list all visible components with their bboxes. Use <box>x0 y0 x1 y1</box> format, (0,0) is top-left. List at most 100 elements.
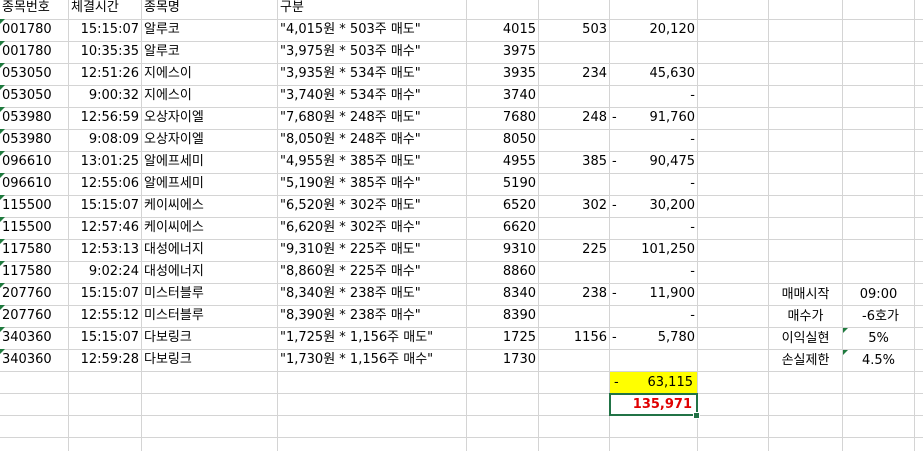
cell-time[interactable]: 10:35:35 <box>69 41 141 63</box>
cell-qty[interactable]: 503 <box>539 19 609 41</box>
cell-code[interactable]: 117580 <box>0 239 68 261</box>
cell-qty[interactable]: 225 <box>539 239 609 261</box>
cell-code[interactable]: 053980 <box>0 129 68 151</box>
cell-price[interactable]: 8860 <box>467 261 538 283</box>
cell-time[interactable]: 12:55:06 <box>69 173 141 195</box>
cell-name[interactable]: 대성에너지 <box>142 239 277 261</box>
cell-code[interactable]: 053050 <box>0 85 68 107</box>
cell-amount[interactable]: 5,780 <box>624 327 697 349</box>
cell-desc[interactable]: "1,730원 * 1,156주 매수" <box>278 349 466 371</box>
setting-label-start[interactable]: 매매시작 <box>769 284 842 306</box>
cell-desc[interactable]: "4,955원 * 385주 매도" <box>278 151 466 173</box>
cell-qty[interactable] <box>539 173 609 195</box>
cell-qty[interactable]: 238 <box>539 283 609 305</box>
cell-amount[interactable]: 20,120 <box>624 19 697 41</box>
cell-qty[interactable] <box>539 41 609 63</box>
cell-qty[interactable]: 1156 <box>539 327 609 349</box>
setting-label-buy[interactable]: 매수가 <box>769 306 842 328</box>
cell-desc[interactable]: "9,310원 * 225주 매도" <box>278 239 466 261</box>
cell-name[interactable]: 지에스이 <box>142 63 277 85</box>
setting-value-start[interactable]: 09:00 <box>843 284 914 306</box>
header-code[interactable]: 종목번호 <box>0 0 68 19</box>
cell-amount[interactable]: 91,760 <box>624 107 697 129</box>
cell-amount[interactable]: 90,475 <box>624 151 697 173</box>
cell-amount[interactable]: - <box>624 217 697 239</box>
cell-name[interactable]: 알루코 <box>142 19 277 41</box>
cell-sign[interactable] <box>610 19 624 41</box>
cell-name[interactable]: 지에스이 <box>142 85 277 107</box>
header-desc[interactable]: 구분 <box>278 0 466 19</box>
cell-qty[interactable] <box>539 349 609 371</box>
cell-time[interactable]: 15:15:07 <box>69 195 141 217</box>
cell-name[interactable]: 다보링크 <box>142 327 277 349</box>
spreadsheet[interactable]: 종목번호 체결시간 종목명 구분 001780 15:15:07 알루코 "4,015… <box>0 0 923 451</box>
cell-price[interactable]: 7680 <box>467 107 538 129</box>
cell-amount[interactable]: - <box>624 85 697 107</box>
cell-name[interactable]: 대성에너지 <box>142 261 277 283</box>
header-time[interactable]: 체결시간 <box>69 0 141 19</box>
cell-desc[interactable]: "8,050원 * 248주 매수" <box>278 129 466 151</box>
cell-name[interactable]: 다보링크 <box>142 349 277 371</box>
grand-total-cell[interactable]: 135,971 <box>609 393 698 416</box>
cell-amount[interactable]: 45,630 <box>624 63 697 85</box>
cell-qty[interactable]: 234 <box>539 63 609 85</box>
cell-price[interactable]: 3935 <box>467 63 538 85</box>
cell-desc[interactable]: "4,015원 * 503주 매도" <box>278 19 466 41</box>
cell-desc[interactable]: "1,725원 * 1,156주 매도" <box>278 327 466 349</box>
cell-sign[interactable] <box>610 41 624 63</box>
cell-amount[interactable]: - <box>624 261 697 283</box>
cell-amount[interactable]: - <box>624 305 697 327</box>
setting-label-profit[interactable]: 이익실현 <box>769 328 842 350</box>
cell-amount[interactable] <box>624 349 697 371</box>
cell-time[interactable]: 12:53:13 <box>69 239 141 261</box>
cell-price[interactable]: 5190 <box>467 173 538 195</box>
cell-qty[interactable]: 302 <box>539 195 609 217</box>
cell-amount[interactable]: 30,200 <box>624 195 697 217</box>
cell-qty[interactable] <box>539 85 609 107</box>
cell-sign[interactable] <box>610 349 624 371</box>
cell-desc[interactable]: "3,975원 * 503주 매수" <box>278 41 466 63</box>
cell-qty[interactable] <box>539 261 609 283</box>
setting-label-loss[interactable]: 손실제한 <box>769 350 842 372</box>
cell-desc[interactable]: "7,680원 * 248주 매도" <box>278 107 466 129</box>
cell-time[interactable]: 9:02:24 <box>69 261 141 283</box>
cell-price[interactable]: 3975 <box>467 41 538 63</box>
cell-amount[interactable]: - <box>624 129 697 151</box>
cell-qty[interactable] <box>539 217 609 239</box>
cell-price[interactable]: 8390 <box>467 305 538 327</box>
total-sum-cell[interactable]: - 63,115 <box>610 372 697 393</box>
cell-time[interactable]: 13:01:25 <box>69 151 141 173</box>
cell-code[interactable]: 340360 <box>0 349 68 371</box>
cell-name[interactable]: 오상자이엘 <box>142 107 277 129</box>
cell-code[interactable]: 096610 <box>0 151 68 173</box>
cell-price[interactable]: 4015 <box>467 19 538 41</box>
cell-price[interactable]: 1730 <box>467 349 538 371</box>
cell-desc[interactable]: "5,190원 * 385주 매수" <box>278 173 466 195</box>
cell-price[interactable]: 3740 <box>467 85 538 107</box>
cell-sign[interactable] <box>610 239 624 261</box>
cell-price[interactable]: 9310 <box>467 239 538 261</box>
cell-sign[interactable] <box>610 129 624 151</box>
cell-time[interactable]: 15:15:07 <box>69 327 141 349</box>
cell-name[interactable]: 케이씨에스 <box>142 195 277 217</box>
cell-code[interactable]: 001780 <box>0 19 68 41</box>
cell-name[interactable]: 케이씨에스 <box>142 217 277 239</box>
cell-time[interactable]: 12:57:46 <box>69 217 141 239</box>
cell-name[interactable]: 오상자이엘 <box>142 129 277 151</box>
cell-sign[interactable] <box>610 173 624 195</box>
cell-price[interactable]: 8050 <box>467 129 538 151</box>
cell-sign[interactable] <box>610 63 624 85</box>
cell-time[interactable]: 12:59:28 <box>69 349 141 371</box>
fill-handle[interactable] <box>693 412 700 419</box>
cell-code[interactable]: 096610 <box>0 173 68 195</box>
cell-desc[interactable]: "8,860원 * 225주 매수" <box>278 261 466 283</box>
cell-price[interactable]: 8340 <box>467 283 538 305</box>
cell-name[interactable]: 미스터블루 <box>142 305 277 327</box>
cell-time[interactable]: 15:15:07 <box>69 283 141 305</box>
cell-code[interactable]: 053980 <box>0 107 68 129</box>
cell-qty[interactable]: 248 <box>539 107 609 129</box>
cell-code[interactable]: 115500 <box>0 195 68 217</box>
cell-price[interactable]: 6520 <box>467 195 538 217</box>
cell-time[interactable]: 9:00:32 <box>69 85 141 107</box>
cell-name[interactable]: 알루코 <box>142 41 277 63</box>
